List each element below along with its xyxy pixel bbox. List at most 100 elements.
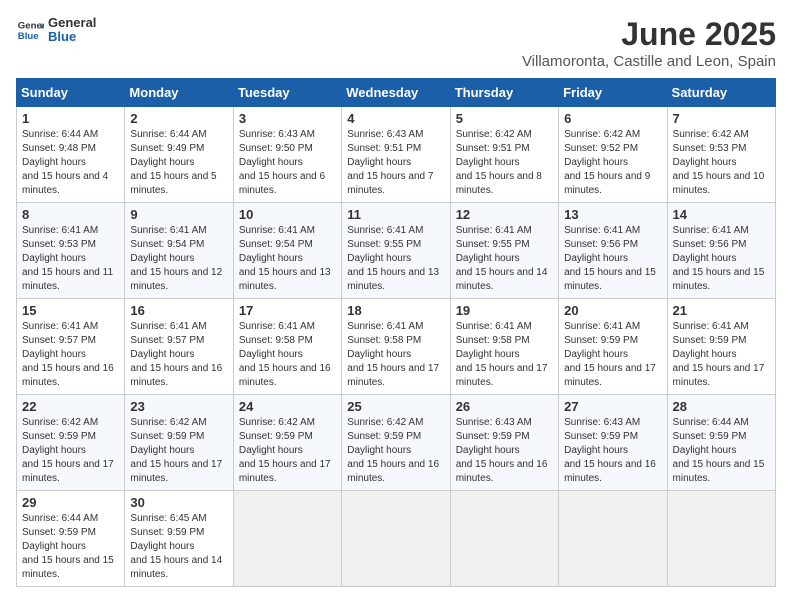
week-row-1: 1Sunrise: 6:44 AMSunset: 9:48 PMDaylight… [17,107,776,203]
week-row-4: 22 Sunrise: 6:42 AMSunset: 9:59 PMDayligh… [17,395,776,491]
calendar-cell: 7Sunrise: 6:42 AMSunset: 9:53 PMDaylight… [667,107,775,203]
day-number: 20 [564,303,661,318]
day-info: Sunrise: 6:44 AMSunset: 9:49 PMDaylight … [130,128,227,198]
logo-general: General [48,16,96,30]
calendar-cell: 10 Sunrise: 6:41 AMSunset: 9:54 PMDayligh… [233,203,341,299]
day-info: Sunrise: 6:43 AMSunset: 9:59 PMDaylight … [564,416,661,486]
day-number: 12 [456,207,553,222]
day-number: 17 [239,303,336,318]
day-number: 27 [564,399,661,414]
day-number: 24 [239,399,336,414]
calendar-cell: 2 Sunrise: 6:44 AMSunset: 9:49 PMDaylight… [125,107,233,203]
day-number: 18 [347,303,444,318]
day-info: Sunrise: 6:42 AMSunset: 9:59 PMDaylight … [347,416,444,486]
day-info: Sunrise: 6:42 AMSunset: 9:59 PMDaylight … [22,416,119,486]
day-number: 11 [347,207,444,222]
calendar-cell: 29 Sunrise: 6:44 AMSunset: 9:59 PMDayligh… [17,491,125,587]
day-number: 2 [130,111,227,126]
calendar-cell: 27 Sunrise: 6:43 AMSunset: 9:59 PMDayligh… [559,395,667,491]
calendar-cell: 20 Sunrise: 6:41 AMSunset: 9:59 PMDayligh… [559,299,667,395]
weekday-header-monday: Monday [125,79,233,107]
svg-text:General: General [18,21,44,32]
day-info: Sunrise: 6:41 AMSunset: 9:57 PMDaylight … [22,320,119,390]
day-info: Sunrise: 6:41 AMSunset: 9:54 PMDaylight … [239,224,336,294]
day-info: Sunrise: 6:43 AMSunset: 9:59 PMDaylight … [456,416,553,486]
calendar-cell: 11 Sunrise: 6:41 AMSunset: 9:55 PMDayligh… [342,203,450,299]
title-area: June 2025 Villamoronta, Castille and Leo… [522,16,776,70]
calendar-title: June 2025 [522,16,776,53]
weekday-header-tuesday: Tuesday [233,79,341,107]
day-info: Sunrise: 6:41 AMSunset: 9:53 PMDaylight … [22,224,119,294]
day-info: Sunrise: 6:45 AMSunset: 9:59 PMDaylight … [130,512,227,582]
day-info: Sunrise: 6:43 AMSunset: 9:51 PMDaylight … [347,128,444,198]
weekday-header-friday: Friday [559,79,667,107]
week-row-3: 15 Sunrise: 6:41 AMSunset: 9:57 PMDayligh… [17,299,776,395]
day-number: 25 [347,399,444,414]
day-info: Sunrise: 6:42 AMSunset: 9:52 PMDaylight … [564,128,661,198]
calendar-cell [559,491,667,587]
weekday-header-saturday: Saturday [667,79,775,107]
calendar-cell: 24 Sunrise: 6:42 AMSunset: 9:59 PMDayligh… [233,395,341,491]
calendar-cell: 23Sunrise: 6:42 AMSunset: 9:59 PMDayligh… [125,395,233,491]
calendar-cell: 6 Sunrise: 6:42 AMSunset: 9:52 PMDaylight… [559,107,667,203]
calendar-cell [342,491,450,587]
calendar-cell: 16 Sunrise: 6:41 AMSunset: 9:57 PMDayligh… [125,299,233,395]
calendar-cell: 28 Sunrise: 6:44 AMSunset: 9:59 PMDayligh… [667,395,775,491]
logo-icon: General Blue [16,16,44,44]
day-info: Sunrise: 6:41 AMSunset: 9:57 PMDaylight … [130,320,227,390]
calendar-cell: 19 Sunrise: 6:41 AMSunset: 9:58 PMDayligh… [450,299,558,395]
day-number: 19 [456,303,553,318]
day-number: 22 [22,399,119,414]
day-info: Sunrise: 6:41 AMSunset: 9:55 PMDaylight … [456,224,553,294]
calendar-cell: 5 Sunrise: 6:42 AMSunset: 9:51 PMDaylight… [450,107,558,203]
weekday-header-wednesday: Wednesday [342,79,450,107]
calendar-cell: 25 Sunrise: 6:42 AMSunset: 9:59 PMDayligh… [342,395,450,491]
day-info: Sunrise: 6:44 AMSunset: 9:59 PMDaylight … [22,512,119,582]
calendar-cell [667,491,775,587]
weekday-header-thursday: Thursday [450,79,558,107]
calendar-cell: 15 Sunrise: 6:41 AMSunset: 9:57 PMDayligh… [17,299,125,395]
week-row-2: 8Sunrise: 6:41 AMSunset: 9:53 PMDaylight… [17,203,776,299]
calendar-cell: 12 Sunrise: 6:41 AMSunset: 9:55 PMDayligh… [450,203,558,299]
day-number: 6 [564,111,661,126]
day-number: 30 [130,495,227,510]
calendar-cell [450,491,558,587]
calendar-cell: 26 Sunrise: 6:43 AMSunset: 9:59 PMDayligh… [450,395,558,491]
svg-text:Blue: Blue [18,31,39,42]
day-number: 3 [239,111,336,126]
day-number: 28 [673,399,770,414]
calendar-cell: 3 Sunrise: 6:43 AMSunset: 9:50 PMDaylight… [233,107,341,203]
day-info: Sunrise: 6:43 AMSunset: 9:50 PMDaylight … [239,128,336,198]
logo: General Blue General Blue [16,16,96,45]
day-info: Sunrise: 6:41 AMSunset: 9:55 PMDaylight … [347,224,444,294]
day-number: 29 [22,495,119,510]
day-info: Sunrise: 6:42 AMSunset: 9:53 PMDaylight … [673,128,770,198]
logo-blue: Blue [48,30,96,44]
day-info: Sunrise: 6:41 AMSunset: 9:59 PMDaylight … [673,320,770,390]
calendar-cell: 30 Sunrise: 6:45 AMSunset: 9:59 PMDayligh… [125,491,233,587]
calendar-cell [233,491,341,587]
day-number: 4 [347,111,444,126]
day-info: Sunrise: 6:42 AMSunset: 9:51 PMDaylight … [456,128,553,198]
day-number: 15 [22,303,119,318]
day-number: 5 [456,111,553,126]
calendar-cell: 22 Sunrise: 6:42 AMSunset: 9:59 PMDayligh… [17,395,125,491]
day-info: Sunrise: 6:41 AMSunset: 9:56 PMDaylight … [673,224,770,294]
day-info: Sunrise: 6:44 AMSunset: 9:59 PMDaylight … [673,416,770,486]
day-info: Sunrise: 6:41 AMSunset: 9:58 PMDaylight … [456,320,553,390]
day-number: 16 [130,303,227,318]
calendar-table: SundayMondayTuesdayWednesdayThursdayFrid… [16,78,776,587]
day-info: Sunrise: 6:42 AMSunset: 9:59 PMDaylight … [239,416,336,486]
day-info: Sunrise: 6:41 AMSunset: 9:56 PMDaylight … [564,224,661,294]
calendar-cell: 18Sunrise: 6:41 AMSunset: 9:58 PMDayligh… [342,299,450,395]
day-number: 26 [456,399,553,414]
calendar-subtitle: Villamoronta, Castille and Leon, Spain [522,53,776,70]
calendar-cell: 8Sunrise: 6:41 AMSunset: 9:53 PMDaylight… [17,203,125,299]
calendar-cell: 14Sunrise: 6:41 AMSunset: 9:56 PMDayligh… [667,203,775,299]
weekday-header-sunday: Sunday [17,79,125,107]
day-number: 21 [673,303,770,318]
day-number: 13 [564,207,661,222]
week-row-5: 29 Sunrise: 6:44 AMSunset: 9:59 PMDayligh… [17,491,776,587]
day-info: Sunrise: 6:41 AMSunset: 9:59 PMDaylight … [564,320,661,390]
day-number: 10 [239,207,336,222]
